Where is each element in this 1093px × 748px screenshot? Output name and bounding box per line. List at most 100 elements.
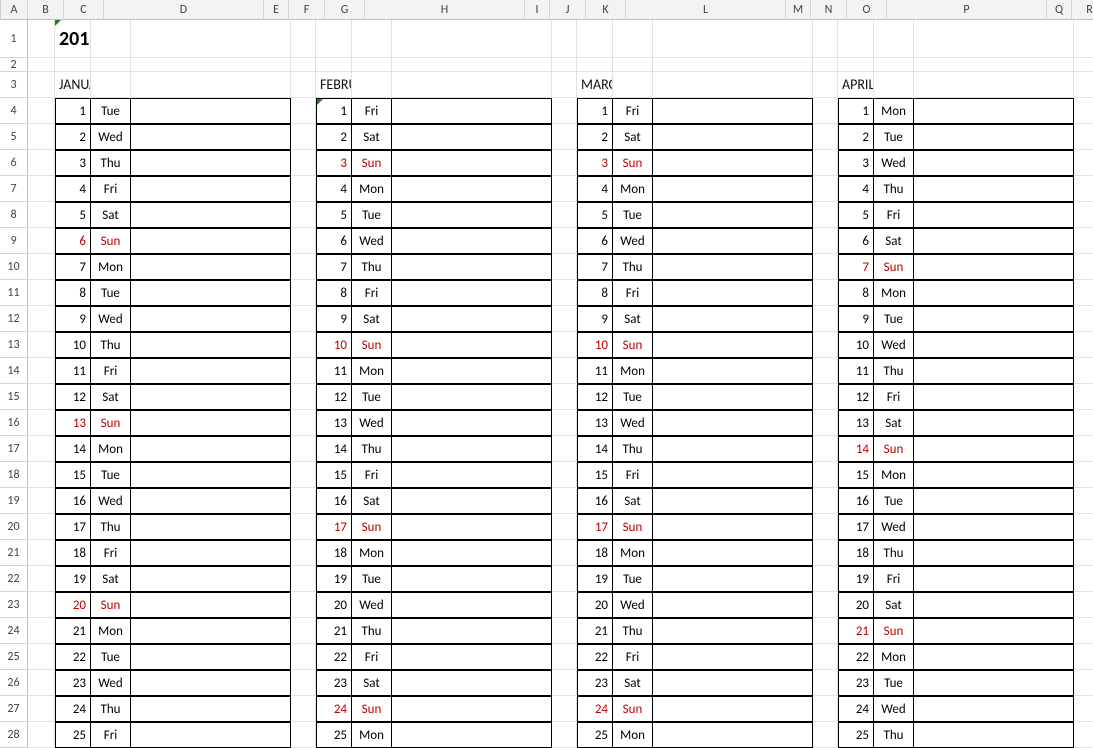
cell-E17[interactable]: [291, 436, 316, 462]
cell-I17[interactable]: [552, 436, 577, 462]
day-name[interactable]: Wed: [352, 228, 392, 254]
day-name[interactable]: Sun: [613, 332, 653, 358]
day-num[interactable]: 5: [577, 202, 613, 228]
cell-O1[interactable]: [874, 20, 914, 58]
cell-E24[interactable]: [291, 618, 316, 644]
row-header-21[interactable]: 21: [0, 540, 28, 566]
day-notes[interactable]: [653, 696, 813, 722]
day-name[interactable]: Tue: [352, 566, 392, 592]
cell-E3[interactable]: [291, 72, 316, 98]
cell-A7[interactable]: [28, 176, 55, 202]
col-header-G[interactable]: G: [325, 0, 365, 20]
day-notes[interactable]: [653, 124, 813, 150]
day-notes[interactable]: [914, 280, 1074, 306]
cell-A8[interactable]: [28, 202, 55, 228]
day-num[interactable]: 3: [55, 150, 91, 176]
day-notes[interactable]: [392, 228, 552, 254]
day-name[interactable]: Sat: [613, 670, 653, 696]
cell-D1[interactable]: [131, 20, 291, 58]
cell-M5[interactable]: [813, 124, 838, 150]
cell-N2[interactable]: [838, 58, 874, 72]
row-header-16[interactable]: 16: [0, 410, 28, 436]
cell-E23[interactable]: [291, 592, 316, 618]
day-notes[interactable]: [914, 540, 1074, 566]
cell-Q9[interactable]: [1074, 228, 1093, 254]
col-header-C[interactable]: C: [64, 0, 104, 20]
cell-L1[interactable]: [653, 20, 813, 58]
day-notes[interactable]: [914, 488, 1074, 514]
day-notes[interactable]: [914, 436, 1074, 462]
cell-M27[interactable]: [813, 696, 838, 722]
day-notes[interactable]: [131, 410, 291, 436]
day-notes[interactable]: [914, 462, 1074, 488]
day-notes[interactable]: [131, 280, 291, 306]
day-num[interactable]: 24: [316, 696, 352, 722]
day-notes[interactable]: [392, 384, 552, 410]
col-header-F[interactable]: F: [289, 0, 325, 20]
cell-I10[interactable]: [552, 254, 577, 280]
day-name[interactable]: Tue: [91, 98, 131, 124]
day-num[interactable]: 22: [577, 644, 613, 670]
day-name[interactable]: Mon: [613, 176, 653, 202]
cell-A24[interactable]: [28, 618, 55, 644]
day-notes[interactable]: [392, 670, 552, 696]
day-notes[interactable]: [914, 566, 1074, 592]
day-name[interactable]: Sun: [613, 150, 653, 176]
day-num[interactable]: 7: [577, 254, 613, 280]
cell-E8[interactable]: [291, 202, 316, 228]
day-num[interactable]: 8: [55, 280, 91, 306]
cell-M7[interactable]: [813, 176, 838, 202]
day-name[interactable]: Wed: [91, 488, 131, 514]
day-notes[interactable]: [131, 514, 291, 540]
day-num[interactable]: 23: [55, 670, 91, 696]
cell-Q19[interactable]: [1074, 488, 1093, 514]
year-cell[interactable]: 2019: [55, 20, 91, 58]
cell-I22[interactable]: [552, 566, 577, 592]
day-num[interactable]: 10: [838, 332, 874, 358]
day-notes[interactable]: [131, 462, 291, 488]
day-name[interactable]: Fri: [874, 566, 914, 592]
day-num[interactable]: 21: [838, 618, 874, 644]
cell-E10[interactable]: [291, 254, 316, 280]
cell-Q24[interactable]: [1074, 618, 1093, 644]
cell-L2[interactable]: [653, 58, 813, 72]
cell-Q6[interactable]: [1074, 150, 1093, 176]
cell-I6[interactable]: [552, 150, 577, 176]
cell-G1[interactable]: [352, 20, 392, 58]
col-header-M[interactable]: M: [786, 0, 811, 20]
day-num[interactable]: 22: [316, 644, 352, 670]
day-notes[interactable]: [914, 644, 1074, 670]
row-header-17[interactable]: 17: [0, 436, 28, 462]
cell-A4[interactable]: [28, 98, 55, 124]
cell-E2[interactable]: [291, 58, 316, 72]
cell-E5[interactable]: [291, 124, 316, 150]
day-num[interactable]: 20: [316, 592, 352, 618]
cell-O2[interactable]: [874, 58, 914, 72]
row-header-22[interactable]: 22: [0, 566, 28, 592]
day-num[interactable]: 14: [838, 436, 874, 462]
day-num[interactable]: 5: [316, 202, 352, 228]
cell-A14[interactable]: [28, 358, 55, 384]
day-notes[interactable]: [653, 488, 813, 514]
day-name[interactable]: Tue: [613, 384, 653, 410]
day-num[interactable]: 10: [316, 332, 352, 358]
day-name[interactable]: Wed: [91, 306, 131, 332]
day-name[interactable]: Mon: [613, 540, 653, 566]
day-name[interactable]: Sat: [613, 488, 653, 514]
cell-N1[interactable]: [838, 20, 874, 58]
cell-E28[interactable]: [291, 722, 316, 748]
day-num[interactable]: 21: [316, 618, 352, 644]
day-name[interactable]: Tue: [613, 566, 653, 592]
day-notes[interactable]: [914, 150, 1074, 176]
day-notes[interactable]: [392, 98, 552, 124]
day-notes[interactable]: [914, 722, 1074, 748]
day-notes[interactable]: [131, 436, 291, 462]
day-name[interactable]: Fri: [874, 384, 914, 410]
day-notes[interactable]: [392, 462, 552, 488]
cell-I11[interactable]: [552, 280, 577, 306]
day-notes[interactable]: [392, 540, 552, 566]
day-notes[interactable]: [131, 332, 291, 358]
day-name[interactable]: Tue: [613, 202, 653, 228]
day-notes[interactable]: [392, 696, 552, 722]
day-notes[interactable]: [392, 488, 552, 514]
